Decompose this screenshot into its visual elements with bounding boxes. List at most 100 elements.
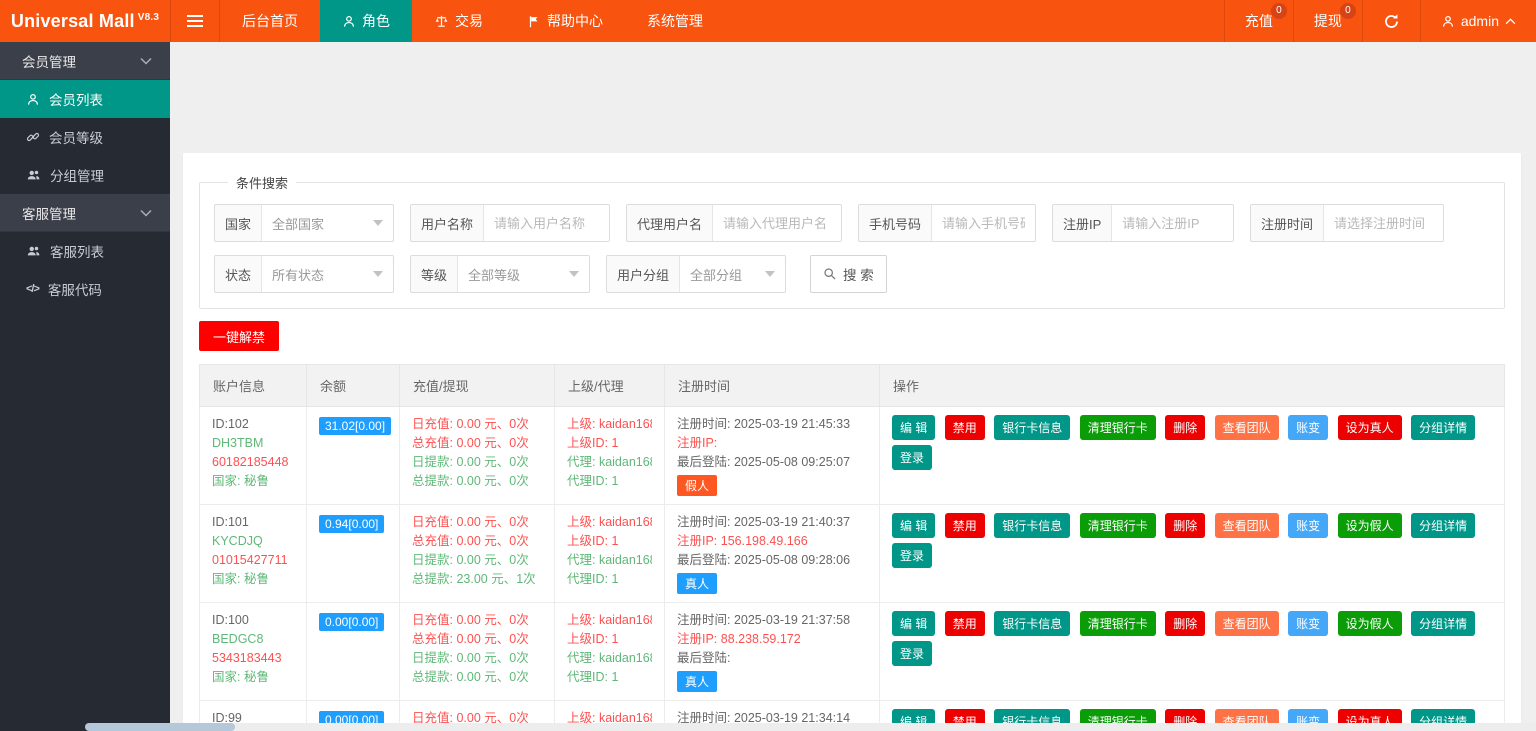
status-select[interactable]: 状态 所有状态	[214, 255, 394, 293]
register-ip: 注册IP: 156.198.49.166	[677, 532, 867, 551]
action-delete-button[interactable]: 删除	[1165, 513, 1205, 538]
action-clear-bankcard-button[interactable]: 清理银行卡	[1080, 513, 1156, 538]
register-cell: 注册时间: 2025-03-19 21:45:33 注册IP: 最后登陆: 20…	[665, 407, 880, 505]
select-caret-icon	[569, 271, 579, 277]
action-login-button[interactable]: 登录	[892, 543, 932, 568]
nav-item-dashboard[interactable]: 后台首页	[220, 0, 320, 42]
action-delete-button[interactable]: 删除	[1165, 415, 1205, 440]
action-toggle-real-fake-button[interactable]: 设为假人	[1338, 513, 1402, 538]
username-input[interactable]	[484, 205, 609, 241]
action-view-team-button[interactable]: 查看团队	[1215, 513, 1279, 538]
action-balance-change-button[interactable]: 账变	[1288, 415, 1328, 440]
chevron-down-icon	[140, 209, 152, 217]
account-cell: ID:101 KYCDJQ 01015427711 国家: 秘鲁	[200, 505, 307, 603]
scrollbar-thumb[interactable]	[85, 723, 235, 731]
action-clear-bankcard-button[interactable]: 清理银行卡	[1080, 611, 1156, 636]
sidebar-item-cs-list[interactable]: 客服列表	[0, 232, 170, 270]
member-id: ID:101	[212, 513, 294, 532]
refresh-button[interactable]	[1362, 0, 1420, 42]
account-cell: ID:100 BEDGC8 5343183443 国家: 秘鲁	[200, 603, 307, 701]
recharge-button[interactable]: 充值 0	[1224, 0, 1293, 42]
horizontal-scrollbar[interactable]	[0, 723, 1536, 731]
balance-cell: 0.94[0.00]	[307, 505, 400, 603]
action-bankcard-info-button[interactable]: 银行卡信息	[994, 513, 1070, 538]
sidebar-group-customer-service[interactable]: 客服管理	[0, 194, 170, 232]
action-view-team-button[interactable]: 查看团队	[1215, 415, 1279, 440]
username-field: 用户名称	[410, 204, 610, 242]
nav-item-trade[interactable]: 交易	[412, 0, 505, 42]
register-time-input[interactable]	[1324, 205, 1443, 241]
agent-username-input[interactable]	[713, 205, 841, 241]
action-edit-button[interactable]: 编 辑	[892, 415, 935, 440]
action-disable-button[interactable]: 禁用	[945, 415, 985, 440]
agent-name: 代理: kaidan168	[567, 551, 652, 570]
flag-icon	[527, 14, 541, 29]
users-icon	[26, 244, 41, 258]
recharge-badge: 0	[1271, 3, 1287, 19]
action-bankcard-info-button[interactable]: 银行卡信息	[994, 611, 1070, 636]
parent-name: 上级: kaidan168	[567, 415, 652, 434]
last-login: 最后登陆:	[677, 649, 867, 668]
action-edit-button[interactable]: 编 辑	[892, 611, 935, 636]
member-username: DH3TBM	[212, 434, 294, 453]
nav-item-help-center[interactable]: 帮助中心	[505, 0, 625, 42]
level-select[interactable]: 等级 全部等级	[410, 255, 590, 293]
action-edit-button[interactable]: 编 辑	[892, 513, 935, 538]
register-time: 注册时间: 2025-03-19 21:40:37	[677, 513, 867, 532]
sidebar-item-member-list[interactable]: 会员列表	[0, 80, 170, 118]
sidebar-item-group-management[interactable]: 分组管理	[0, 156, 170, 194]
unban-all-button[interactable]: 一键解禁	[199, 321, 279, 351]
action-delete-button[interactable]: 删除	[1165, 611, 1205, 636]
withdraw-button[interactable]: 提现 0	[1293, 0, 1362, 42]
user-menu[interactable]: admin	[1420, 0, 1536, 42]
register-time-field: 注册时间	[1250, 204, 1444, 242]
withdraw-badge: 0	[1340, 3, 1356, 19]
action-view-team-button[interactable]: 查看团队	[1215, 611, 1279, 636]
sidebar-item-member-level[interactable]: 会员等级	[0, 118, 170, 156]
header-right: 充值 0 提现 0 admin	[1224, 0, 1536, 42]
sidebar-item-cs-code[interactable]: </> 客服代码	[0, 270, 170, 308]
register-ip-input[interactable]	[1112, 205, 1233, 241]
total-recharge: 总充值: 0.00 元、0次	[412, 630, 542, 649]
action-disable-button[interactable]: 禁用	[945, 611, 985, 636]
action-bankcard-info-button[interactable]: 银行卡信息	[994, 415, 1070, 440]
action-balance-change-button[interactable]: 账变	[1288, 513, 1328, 538]
balance-cell: 31.02[0.00]	[307, 407, 400, 505]
content-card: 条件搜索 国家 全部国家 用户名称 代理用户名 手机号码	[183, 153, 1521, 731]
action-group-detail-button[interactable]: 分组详情	[1411, 611, 1475, 636]
scales-icon	[434, 14, 449, 29]
phone-input[interactable]	[932, 205, 1035, 241]
balance-cell: 0.00[0.00]	[307, 603, 400, 701]
action-group-detail-button[interactable]: 分组详情	[1411, 415, 1475, 440]
action-toggle-real-fake-button[interactable]: 设为假人	[1338, 611, 1402, 636]
parent-id: 上级ID: 1	[567, 532, 652, 551]
nav-item-system[interactable]: 系统管理	[625, 0, 725, 42]
parent-name: 上级: kaidan168	[567, 611, 652, 630]
search-button[interactable]: 搜 索	[810, 255, 887, 293]
actions-cell: 编 辑 禁用 银行卡信息 清理银行卡 删除 查看团队 账变 设为真人 分组详情 …	[880, 407, 1505, 505]
action-group-detail-button[interactable]: 分组详情	[1411, 513, 1475, 538]
action-disable-button[interactable]: 禁用	[945, 513, 985, 538]
link-icon	[26, 130, 40, 144]
register-ip-field: 注册IP	[1052, 204, 1234, 242]
action-clear-bankcard-button[interactable]: 清理银行卡	[1080, 415, 1156, 440]
agent-name: 代理: kaidan168	[567, 649, 652, 668]
sidebar-group-member-management[interactable]: 会员管理	[0, 42, 170, 80]
action-login-button[interactable]: 登录	[892, 445, 932, 470]
action-balance-change-button[interactable]: 账变	[1288, 611, 1328, 636]
hamburger-menu-icon[interactable]	[170, 0, 220, 42]
register-cell: 注册时间: 2025-03-19 21:40:37 注册IP: 156.198.…	[665, 505, 880, 603]
username-label: admin	[1461, 13, 1499, 29]
col-finance: 充值/提现	[400, 365, 555, 407]
user-group-select[interactable]: 用户分组 全部分组	[606, 255, 786, 293]
agent-username-field: 代理用户名	[626, 204, 842, 242]
finance-cell: 日充值: 0.00 元、0次 总充值: 0.00 元、0次 日提款: 0.00 …	[400, 407, 555, 505]
sidebar: 会员管理 会员列表 会员等级 分组管理 客服管理 客服列表 </> 客服代码	[0, 42, 170, 731]
brand-name: Universal Mall	[11, 11, 135, 32]
country-select[interactable]: 国家 全部国家	[214, 204, 394, 242]
action-login-button[interactable]: 登录	[892, 641, 932, 666]
member-phone: 01015427711	[212, 551, 294, 570]
total-withdraw: 总提款: 0.00 元、0次	[412, 668, 542, 687]
action-toggle-real-fake-button[interactable]: 设为真人	[1338, 415, 1402, 440]
nav-item-roles[interactable]: 角色	[320, 0, 412, 42]
